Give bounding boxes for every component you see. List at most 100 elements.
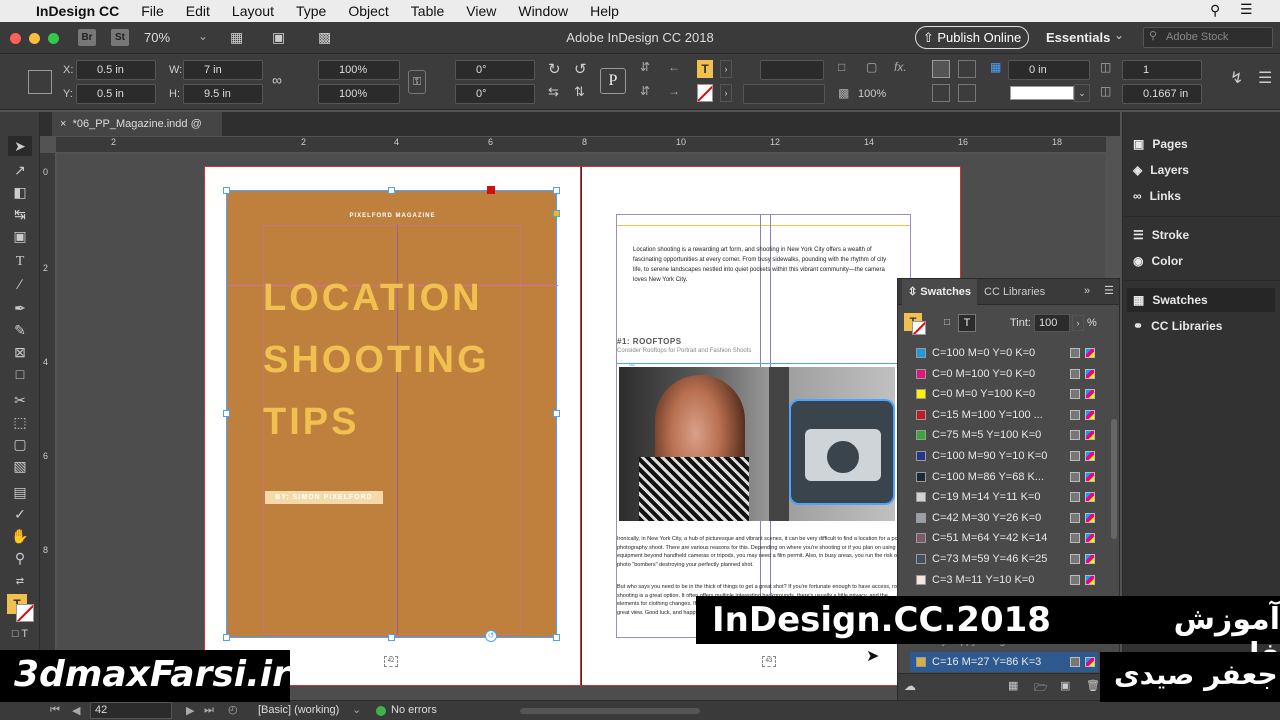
panel-menu-icon[interactable]: ☰ bbox=[1258, 68, 1272, 88]
rectangle-frame-tool-icon[interactable]: ⊠ bbox=[8, 342, 32, 362]
menu-window[interactable]: Window bbox=[518, 3, 568, 19]
text-frame[interactable]: Location shooting is a rewarding art for… bbox=[616, 214, 911, 638]
constrain-scale-icon[interactable]: ⚿ bbox=[408, 70, 426, 94]
selection-handle[interactable] bbox=[388, 187, 395, 194]
gap-tool-icon[interactable]: ↹ bbox=[8, 204, 32, 224]
panel-pages[interactable]: ▣ Pages bbox=[1133, 132, 1188, 156]
hand-tool-icon[interactable]: ✋ bbox=[8, 526, 32, 546]
selection-handle[interactable] bbox=[553, 410, 560, 417]
panel-menu-icon[interactable]: ☰ bbox=[1104, 284, 1114, 297]
preflight-profile[interactable]: [Basic] (working) bbox=[258, 704, 339, 716]
type-tool-icon[interactable]: T bbox=[8, 252, 32, 272]
page-number-field[interactable]: 42 bbox=[90, 702, 172, 719]
stroke-weight-field[interactable] bbox=[760, 60, 824, 80]
swap-fill-stroke-icon[interactable]: ⇄ bbox=[8, 572, 32, 592]
show-all-swatches-icon[interactable]: ▦ bbox=[1008, 679, 1018, 692]
maximize-window-button[interactable] bbox=[48, 33, 59, 44]
pen-tool-icon[interactable]: ✒ bbox=[8, 298, 32, 318]
flip-vertical-icon[interactable]: ⇅ bbox=[574, 84, 585, 100]
stroke-none-icon[interactable] bbox=[697, 84, 713, 102]
columns-field[interactable]: 1 bbox=[1122, 60, 1202, 80]
stroke-menu-arrow[interactable]: › bbox=[720, 84, 732, 102]
swatch-item[interactable]: C=51 M=64 Y=42 K=14 bbox=[910, 528, 1098, 548]
camera-overlay-icon[interactable] bbox=[789, 399, 895, 505]
selection-handle[interactable] bbox=[223, 634, 230, 641]
rectangle-tool-icon[interactable]: □ bbox=[8, 364, 32, 384]
tint-slider-arrow[interactable]: › bbox=[1072, 315, 1084, 331]
eyedropper-tool-icon[interactable]: ✓ bbox=[8, 504, 32, 524]
swatch-item[interactable]: C=0 M=100 Y=0 K=0 bbox=[910, 364, 1098, 384]
line-tool-icon[interactable]: ∕ bbox=[8, 274, 32, 294]
adobe-stock-search[interactable]: Adobe Stock bbox=[1143, 27, 1273, 48]
selection-handle[interactable] bbox=[553, 187, 560, 194]
height-field[interactable]: 9.5 in bbox=[183, 84, 263, 104]
cloud-icon[interactable]: ☁ bbox=[904, 679, 916, 693]
panel-stroke[interactable]: ☰ Stroke bbox=[1133, 223, 1189, 247]
search-icon[interactable]: ⚲ bbox=[1210, 2, 1220, 19]
swatch-item[interactable]: C=100 M=0 Y=0 K=0 bbox=[910, 343, 1098, 363]
swatch-item[interactable]: C=100 M=86 Y=68 K... bbox=[910, 467, 1098, 487]
constrain-proportions-icon[interactable]: ∞ bbox=[272, 72, 282, 88]
x-field[interactable]: 0.5 in bbox=[76, 60, 156, 80]
horizontal-ruler[interactable]: 2 2 4 6 8 10 12 14 16 18 bbox=[56, 137, 1106, 153]
tint-field[interactable]: 100 bbox=[1034, 314, 1070, 332]
flip-horizontal-icon[interactable]: ⇆ bbox=[548, 84, 559, 100]
scrollbar[interactable] bbox=[1111, 419, 1117, 539]
close-icon[interactable]: × bbox=[60, 118, 66, 130]
selection-handle[interactable] bbox=[388, 634, 395, 641]
chevron-down-icon[interactable]: ⌄ bbox=[1074, 84, 1090, 102]
menu-table[interactable]: Table bbox=[411, 3, 444, 19]
menu-object[interactable]: Object bbox=[348, 3, 388, 19]
width-field[interactable]: 7 in bbox=[183, 60, 263, 80]
cover-frame[interactable]: PIXELFORD MAGAZINE LOCATION SHOOTING TIP… bbox=[226, 190, 558, 638]
chevron-down-icon[interactable]: ⌄ bbox=[198, 29, 208, 43]
delete-swatch-icon[interactable]: 🗑 bbox=[1086, 679, 1100, 692]
vertical-ruler[interactable]: 0 2 4 6 8 bbox=[40, 153, 56, 702]
stroke-color-icon[interactable] bbox=[16, 604, 34, 622]
arrange-documents-icon[interactable]: ▩ bbox=[318, 29, 331, 46]
corner-options-icon[interactable]: ▢ bbox=[866, 60, 877, 74]
menu-help[interactable]: Help bbox=[590, 3, 619, 19]
error-status[interactable]: No errors bbox=[391, 704, 437, 716]
zoom-level[interactable]: 70% bbox=[144, 30, 170, 45]
minimize-window-button[interactable] bbox=[29, 33, 40, 44]
menu-view[interactable]: View bbox=[466, 3, 496, 19]
stock-button[interactable]: St bbox=[111, 29, 129, 46]
swatch-item[interactable]: C=3 M=11 Y=10 K=0 bbox=[910, 570, 1098, 590]
gutter-field[interactable]: 0.1667 in bbox=[1122, 84, 1202, 104]
gradient-swatch-tool-icon[interactable]: ▢ bbox=[8, 434, 32, 454]
swatch-item[interactable]: C=19 M=14 Y=11 K=0 bbox=[910, 487, 1098, 507]
view-options-icon[interactable]: ▦ bbox=[230, 29, 243, 46]
selection-handle[interactable] bbox=[223, 410, 230, 417]
publish-online-button[interactable]: ⇧ Publish Online bbox=[915, 26, 1029, 49]
stroke-type-field[interactable] bbox=[743, 84, 825, 104]
list-icon[interactable]: ☰ bbox=[1240, 1, 1253, 18]
effects-icon[interactable]: fx. bbox=[894, 60, 907, 74]
expand-panel-icon[interactable]: » bbox=[1084, 285, 1090, 297]
zoom-tool-icon[interactable]: ⚲ bbox=[8, 548, 32, 568]
opacity-value[interactable]: 100% bbox=[858, 88, 886, 100]
pencil-tool-icon[interactable]: ✎ bbox=[8, 320, 32, 340]
menu-type[interactable]: Type bbox=[296, 3, 326, 19]
direct-selection-tool-icon[interactable]: ↗ bbox=[8, 160, 32, 180]
fill-menu-arrow[interactable]: › bbox=[720, 60, 732, 78]
first-page-icon[interactable]: ⏮ bbox=[50, 704, 60, 717]
rotate-ccw-icon[interactable]: ↺ bbox=[574, 60, 587, 78]
rotate-cw-icon[interactable]: ↻ bbox=[548, 60, 561, 78]
shear-angle-field[interactable]: 0° bbox=[455, 84, 535, 104]
select-content-icon[interactable]: ⇵ bbox=[640, 84, 650, 98]
swatch-item[interactable]: C=0 M=0 Y=100 K=0 bbox=[910, 384, 1098, 404]
swatch-item[interactable]: C=42 M=30 Y=26 K=0 bbox=[910, 508, 1098, 528]
document-tab[interactable]: × *06_PP_Magazine.indd @ 70% bbox=[52, 112, 222, 154]
y-field[interactable]: 0.5 in bbox=[76, 84, 156, 104]
corner-option-handle[interactable] bbox=[553, 210, 560, 217]
chevron-down-icon[interactable]: ⌄ bbox=[1114, 28, 1124, 42]
swatch-item[interactable]: C=73 M=59 Y=46 K=25 bbox=[910, 549, 1098, 569]
chevron-down-icon[interactable]: ⌄ bbox=[352, 703, 361, 716]
lightning-icon[interactable]: ↯ bbox=[1230, 68, 1243, 88]
scale-x-field[interactable]: 100% bbox=[318, 60, 400, 80]
tab-swatches[interactable]: ⇳ Swatches bbox=[902, 279, 978, 305]
fill-swatch-icon[interactable]: T bbox=[697, 60, 713, 78]
reference-point-icon[interactable] bbox=[28, 70, 52, 94]
select-next-icon[interactable]: → bbox=[668, 84, 680, 98]
